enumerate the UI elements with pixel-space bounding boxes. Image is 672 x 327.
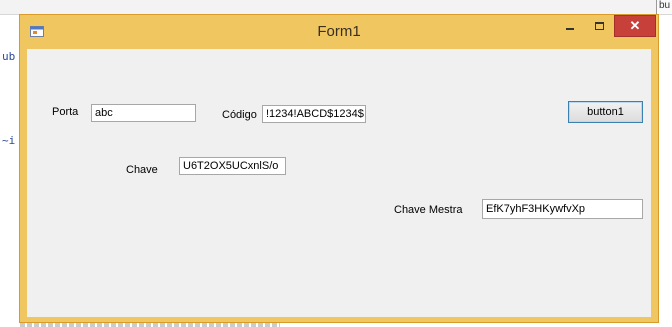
form-client-area: Porta abc Código !1234!ABCD$1234$ button… (27, 49, 651, 317)
chave-mestra-textbox[interactable]: EfK7yhF3HKywfvXp (482, 199, 643, 219)
title-bar[interactable]: Form1 ✕ (20, 15, 658, 49)
minimize-button[interactable] (558, 15, 582, 37)
maximize-button[interactable] (586, 15, 612, 37)
maximize-icon (594, 22, 604, 30)
porta-textbox[interactable]: abc (91, 104, 196, 122)
button1[interactable]: button1 (568, 101, 643, 123)
porta-label: Porta (52, 106, 79, 118)
close-icon: ✕ (629, 18, 641, 33)
background-code-fragment: ~i (2, 134, 16, 147)
codigo-textbox[interactable]: !1234!ABCD$1234$ (262, 105, 366, 123)
close-button[interactable]: ✕ (614, 15, 656, 37)
chave-label: Chave (126, 164, 158, 176)
background-toolbar (0, 0, 672, 15)
form-window: Form1 ✕ Porta abc Código !1234!ABCD$1234… (19, 14, 659, 323)
background-tab[interactable]: bu (656, 0, 672, 14)
codigo-label: Código (222, 109, 257, 121)
chave-textbox[interactable]: U6T2OX5UCxnlS/o (179, 157, 286, 175)
chave-mestra-label: Chave Mestra (394, 204, 463, 216)
background-code-fragment: ub (2, 50, 16, 63)
minimize-icon (566, 28, 574, 30)
